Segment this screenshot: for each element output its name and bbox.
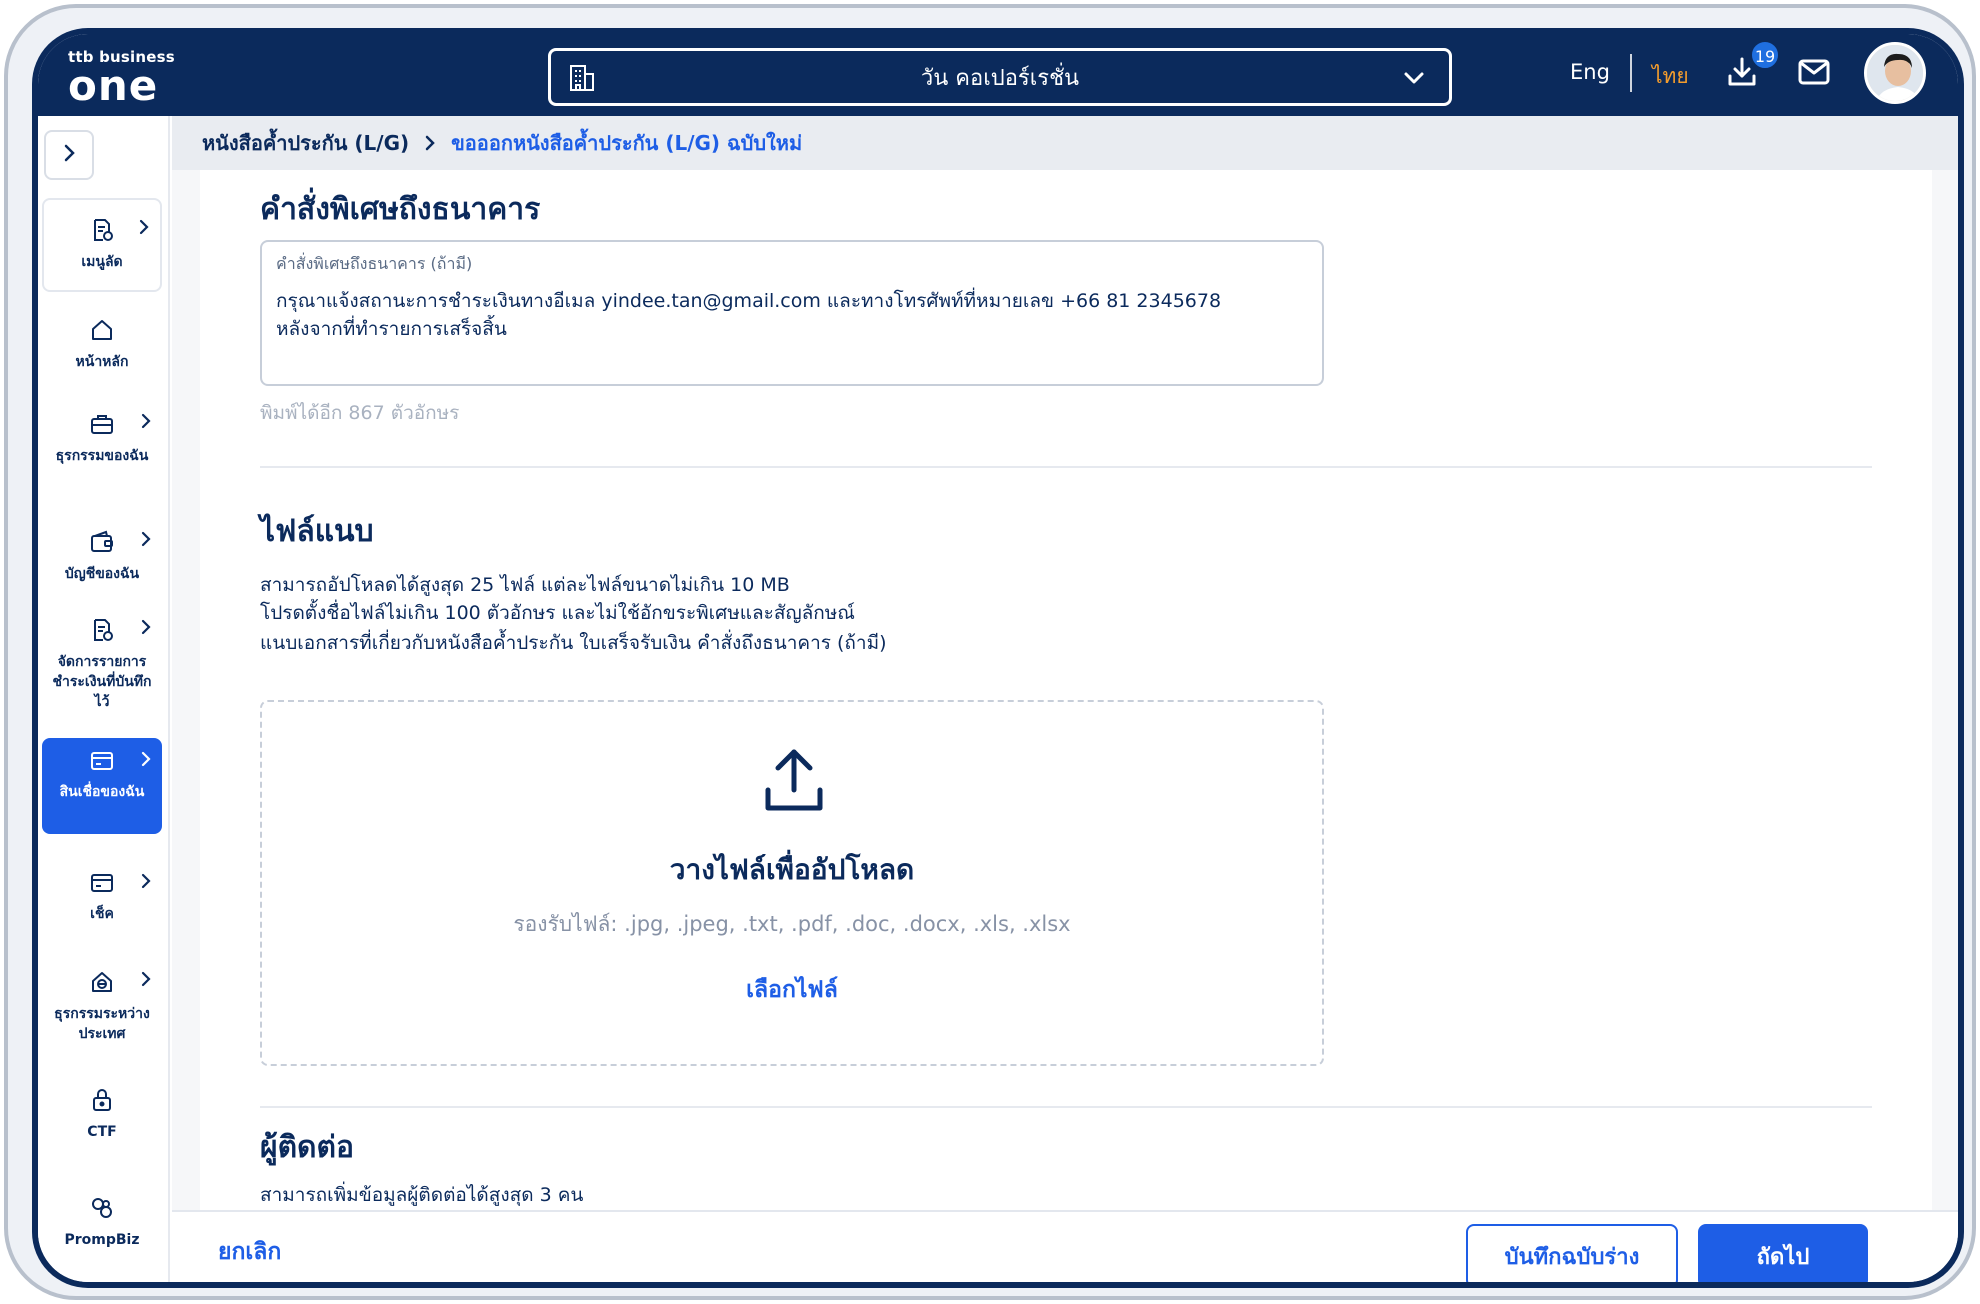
sidebar-item-label: ธุรกรรมระหว่างประเทศ — [54, 1006, 150, 1042]
download-icon — [1726, 57, 1758, 92]
section-divider — [260, 1106, 1872, 1108]
attachment-title: ไฟล์แนบ — [260, 514, 374, 549]
sidebar-item-cheque[interactable]: เช็ค — [42, 872, 162, 932]
instruction-textarea[interactable]: คำสั่งพิเศษถึงธนาคาร (ถ้ามี) กรุณาแจ้งสถ… — [260, 240, 1324, 386]
chevron-right-icon — [140, 530, 152, 554]
contact-desc: สามารถเพิ่มข้อมูลผู้ติดต่อได้สูงสุด 3 คน — [260, 1184, 584, 1206]
home-icon — [42, 318, 162, 348]
main-content: คำสั่งพิเศษถึงธนาคาร คำสั่งพิเศษถึงธนาคา… — [172, 170, 1958, 1210]
chevron-right-icon — [423, 133, 437, 153]
brand-logo: ttb business one — [68, 48, 175, 110]
save-draft-button[interactable]: บันทึกฉบับร่าง — [1466, 1224, 1678, 1282]
instruction-field-label: คำสั่งพิเศษถึงธนาคาร (ถ้ามี) — [276, 254, 473, 273]
company-name: วัน คอเปอร์เรชั่น — [920, 65, 1080, 91]
building-icon — [569, 64, 595, 98]
sidebar-item-label: หน้าหลัก — [75, 354, 129, 370]
lang-eng-button[interactable]: Eng — [1570, 60, 1610, 84]
instruction-title: คำสั่งพิเศษถึงธนาคาร — [260, 192, 541, 227]
chevron-right-icon — [140, 412, 152, 436]
sidebar-item-label: CTF — [87, 1124, 117, 1140]
sidebar-item-label: ธุรกรรมของฉัน — [55, 448, 149, 464]
sidebar-item-label: สินเชื่อของฉัน — [59, 784, 145, 800]
sidebar-item-my-loans[interactable]: สินเชื่อของฉัน — [42, 738, 162, 834]
device-frame: ttb business one วัน คอเปอร์เรชั่น Eng ไ… — [4, 4, 1976, 1300]
sidebar-item-label: PrompBiz — [64, 1232, 140, 1248]
attachment-desc-2: โปรดตั้งชื่อไฟล์ไม่เกิน 100 ตัวอักษร และ… — [260, 602, 855, 624]
chevron-right-icon — [61, 143, 77, 167]
user-avatar[interactable] — [1864, 42, 1926, 104]
chevron-right-icon — [140, 970, 152, 994]
chevron-right-icon — [140, 872, 152, 896]
form-panel: คำสั่งพิเศษถึงธนาคาร คำสั่งพิเศษถึงธนาคา… — [200, 170, 1932, 1210]
contact-title: ผู้ติดต่อ — [260, 1130, 355, 1165]
sidebar-expand-button[interactable] — [44, 130, 94, 180]
choose-file-link[interactable]: เลือกไฟล์ — [262, 972, 1322, 1008]
sidebar-item-label: จัดการรายการชำระเงินที่บันทึกไว้ — [52, 654, 152, 710]
sidebar-item-shortcut[interactable]: เมนูลัด — [42, 198, 162, 292]
download-count-badge: 19 — [1750, 40, 1780, 70]
breadcrumb: หนังสือค้ำประกัน (L/G) ขอออกหนังสือค้ำปร… — [172, 116, 1958, 170]
char-remaining: พิมพ์ได้อีก 867 ตัวอักษร — [260, 402, 460, 424]
chevron-right-icon — [140, 750, 152, 774]
mail-icon — [1798, 59, 1830, 90]
sidebar-item-ctf[interactable]: CTF — [42, 1088, 162, 1148]
sidebar-item-label: เช็ค — [90, 906, 114, 922]
chevron-right-icon — [140, 618, 152, 642]
dropzone-title: วางไฟล์เพื่ออัปโหลด — [669, 853, 915, 886]
next-button[interactable]: ถัดไป — [1698, 1224, 1868, 1282]
prompbiz-icon — [42, 1196, 162, 1226]
device-bezel: ttb business one วัน คอเปอร์เรชั่น Eng ไ… — [32, 28, 1964, 1288]
section-divider — [260, 466, 1872, 468]
logo-big-text: one — [68, 61, 159, 110]
company-select[interactable]: วัน คอเปอร์เรชั่น — [548, 48, 1452, 106]
attachment-desc-1: สามารถอัปโหลดได้สูงสุด 25 ไฟล์ แต่ละไฟล์… — [260, 574, 790, 596]
sidebar-item-my-transactions[interactable]: ธุรกรรมของฉัน — [42, 412, 162, 492]
instruction-field-value: กรุณาแจ้งสถานะการชำระเงินทางอีเมล yindee… — [276, 290, 1222, 340]
breadcrumb-lg[interactable]: หนังสือค้ำประกัน (L/G) — [202, 127, 409, 159]
upload-icon — [762, 746, 826, 818]
sidebar-item-home[interactable]: หน้าหลัก — [42, 312, 162, 382]
sidebar-item-international[interactable]: ธุรกรรมระหว่างประเทศ — [42, 970, 162, 1050]
lang-thai-button[interactable]: ไทย — [1652, 60, 1689, 93]
sidebar-item-saved-payments[interactable]: จัดการรายการชำระเงินที่บันทึกไว้ — [42, 618, 162, 710]
app-screen: ttb business one วัน คอเปอร์เรชั่น Eng ไ… — [38, 34, 1958, 1282]
lang-divider — [1630, 54, 1632, 92]
sidebar-item-label: เมนูลัด — [81, 254, 123, 270]
sidebar-item-label: บัญชีของฉัน — [64, 566, 140, 582]
sidebar-item-my-accounts[interactable]: บัญชีของฉัน — [42, 530, 162, 590]
top-bar: ttb business one วัน คอเปอร์เรชั่น Eng ไ… — [38, 34, 1958, 116]
breadcrumb-current: ขอออกหนังสือค้ำประกัน (L/G) ฉบับใหม่ — [451, 131, 803, 155]
sidebar: เมนูลัด หน้าหลัก ธุรกรรมของฉัน บัญชีของฉ… — [38, 116, 170, 1282]
accepted-file-types: รองรับไฟล์: .jpg, .jpeg, .txt, .pdf, .do… — [513, 912, 1071, 936]
cancel-button[interactable]: ยกเลิก — [218, 1234, 281, 1270]
sidebar-item-prompbiz[interactable]: PrompBiz — [42, 1196, 162, 1256]
lock-icon — [42, 1088, 162, 1118]
attachment-desc-3: แนบเอกสารที่เกี่ยวกับหนังสือค้ำประกัน ใบ… — [260, 632, 887, 654]
chevron-down-icon — [1401, 65, 1427, 97]
footer-bar: ยกเลิก บันทึกฉบับร่าง ถัดไป — [172, 1210, 1958, 1282]
file-dropzone[interactable]: วางไฟล์เพื่ออัปโหลด รองรับไฟล์: .jpg, .j… — [260, 700, 1324, 1066]
mail-button[interactable] — [1798, 58, 1830, 90]
chevron-right-icon — [138, 218, 150, 242]
